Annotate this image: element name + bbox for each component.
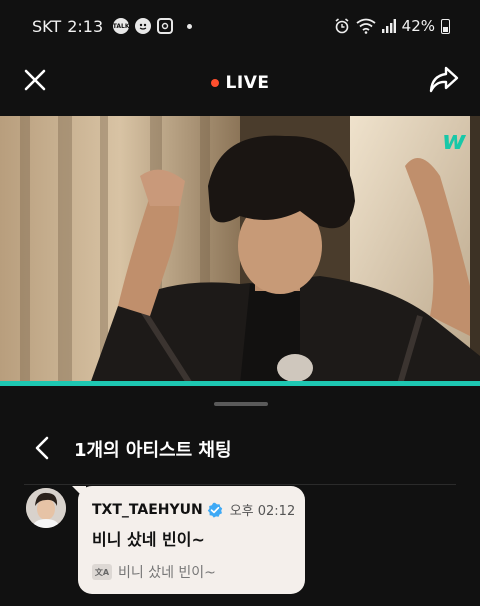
live-indicator: LIVE [210,73,270,93]
emoji-app-icon [135,18,152,34]
message-time: 오후 02:12 [229,504,296,519]
chat-title: 1개의 아티스트 채팅 [74,440,232,461]
sheet-drag-handle[interactable] [214,402,268,406]
status-bar: SKT 2:13 TALK 42% [0,0,480,52]
instagram-icon [157,18,174,34]
alarm-icon [335,18,349,34]
battery-icon [441,18,450,34]
video-progress-bar [0,381,480,386]
clock: 2:13 [67,16,104,36]
wifi-icon [356,18,376,34]
verified-badge-icon [207,502,222,518]
status-right: 42% [334,17,450,35]
close-icon[interactable] [22,67,48,93]
talk-icon: TALK [113,18,130,34]
divider [24,484,456,485]
chat-message-bubble: TXT_TAEHYUN 오후 02:12 비니 샀네 빈이~ 文A 비니 샀네 … [78,486,305,594]
translate-icon: 文A [92,564,112,580]
battery-percent: 42% [401,17,435,35]
translation-text: 비니 샀네 빈이~ [118,565,216,581]
message-header: TXT_TAEHYUN 오후 02:12 [92,500,296,520]
live-top-bar: LIVE [0,52,480,114]
live-label: LIVE [225,73,270,93]
status-left: SKT 2:13 TALK [32,16,193,36]
chat-header: 1개의 아티스트 채팅 [0,426,480,470]
share-icon[interactable] [428,65,460,95]
avatar[interactable] [26,488,66,528]
carrier-label: SKT [32,16,62,36]
live-dot-icon [210,79,219,87]
video-frame [0,116,480,384]
message-text: 비니 샀네 빈이~ [92,530,205,549]
translation-row[interactable]: 文A 비니 샀네 빈이~ [92,562,216,582]
chevron-left-icon[interactable] [30,435,56,461]
signal-icon [381,19,396,33]
weverse-logo: w [441,126,466,156]
message-author[interactable]: TXT_TAEHYUN [92,502,203,518]
notification-dot-icon [187,23,193,29]
live-video-player[interactable]: w [0,116,480,384]
